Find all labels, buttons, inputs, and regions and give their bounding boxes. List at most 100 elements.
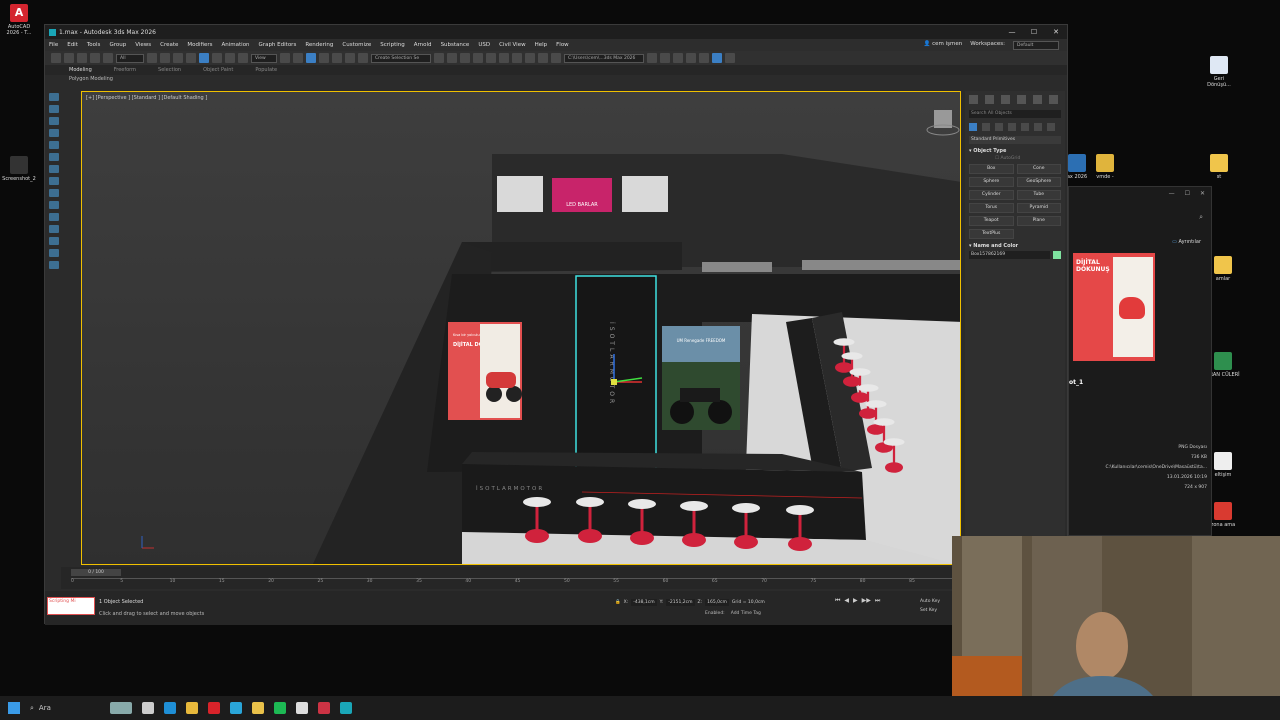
link-icon[interactable] xyxy=(77,53,87,63)
motion-tab-icon[interactable] xyxy=(1017,95,1026,104)
scale-icon[interactable] xyxy=(225,53,235,63)
file-explorer-icon[interactable] xyxy=(252,702,264,714)
align-icon[interactable] xyxy=(447,53,457,63)
move-icon[interactable] xyxy=(199,53,209,63)
chrome-icon[interactable] xyxy=(186,702,198,714)
named-selection-set[interactable]: Create Selection Se xyxy=(371,53,431,63)
utilities-tab-icon[interactable] xyxy=(1049,95,1058,104)
tab-object-paint[interactable]: Object Paint xyxy=(203,67,233,73)
tab-modeling[interactable]: Modeling xyxy=(69,67,92,73)
freeze-icon[interactable] xyxy=(49,165,59,173)
name-color-header[interactable]: ▾ Name and Color xyxy=(969,243,1061,249)
render-icon[interactable] xyxy=(551,53,561,63)
project-folder-icon[interactable] xyxy=(647,53,657,63)
menu-animation[interactable]: Animation xyxy=(222,42,250,48)
open-folder-icon[interactable] xyxy=(660,53,670,63)
close-button[interactable]: ✕ xyxy=(1045,28,1067,36)
curve-editor-icon[interactable] xyxy=(486,53,496,63)
menu-tools[interactable]: Tools xyxy=(87,42,101,48)
display-icon[interactable] xyxy=(49,117,59,125)
menu-scripting[interactable]: Scripting xyxy=(380,42,404,48)
toggle-layer-explorer-icon[interactable] xyxy=(473,53,483,63)
perspective-viewport[interactable]: LED BARLAR Kısa bir yolculuk DİJİTAL DOK… xyxy=(81,91,961,565)
capcut-icon[interactable] xyxy=(296,702,308,714)
menu-group[interactable]: Group xyxy=(109,42,126,48)
user-account[interactable]: 👤 cem işmen xyxy=(923,41,962,50)
edge-2-icon[interactable] xyxy=(230,702,242,714)
torus-button[interactable]: Torus xyxy=(969,203,1014,213)
spinner-snap-icon[interactable] xyxy=(345,53,355,63)
y-field[interactable]: -2151,2cm xyxy=(666,599,695,606)
helpers-icon[interactable] xyxy=(49,213,59,221)
menu-file[interactable]: File xyxy=(49,42,58,48)
percent-snap-icon[interactable] xyxy=(332,53,342,63)
selection-filter-select[interactable]: All xyxy=(116,53,144,63)
primitive-category-select[interactable]: Standard Primitives xyxy=(969,136,1061,144)
workspaces-select[interactable]: Default xyxy=(1013,40,1059,50)
desktop-icon-vmde[interactable]: vmde - xyxy=(1088,154,1122,180)
cameras-category-icon[interactable] xyxy=(1008,123,1016,131)
desktop-icon-folder[interactable]: st xyxy=(1202,154,1236,180)
edge-icon[interactable] xyxy=(164,702,176,714)
go-to-start-icon[interactable]: ⏮ xyxy=(835,597,840,605)
menu-rendering[interactable]: Rendering xyxy=(305,42,333,48)
select-manipulate-icon[interactable] xyxy=(293,53,303,63)
create-selection-icon[interactable] xyxy=(49,93,59,101)
redo-icon[interactable] xyxy=(64,53,74,63)
layers-icon[interactable] xyxy=(49,129,59,137)
systems-icon[interactable] xyxy=(1047,123,1055,131)
save-icon[interactable] xyxy=(673,53,683,63)
select-object-icon[interactable] xyxy=(147,53,157,63)
maximize-button[interactable]: ☐ xyxy=(1023,28,1045,36)
lights-category-icon[interactable] xyxy=(995,123,1003,131)
tube-button[interactable]: Tube xyxy=(1016,190,1061,200)
details-button[interactable]: ▭ Ayrıntılar xyxy=(1172,239,1201,245)
project-path[interactable]: C:\Users\cem\...3ds Max 2026 xyxy=(564,53,644,63)
plane-button[interactable]: Plane xyxy=(1016,216,1061,226)
angle-snap-icon[interactable] xyxy=(319,53,329,63)
previous-frame-icon[interactable]: ◀ xyxy=(844,597,849,605)
desktop-icon-recycle-bin[interactable]: Geri Dönüşü... xyxy=(1202,56,1236,88)
desktop-icon-autocad[interactable]: A AutoCAD 2026 - T... xyxy=(2,4,36,36)
spacewarps-category-icon[interactable] xyxy=(1034,123,1042,131)
menu-create[interactable]: Create xyxy=(160,42,178,48)
menu-modifiers[interactable]: Modifiers xyxy=(187,42,212,48)
add-time-tag[interactable]: Add Time Tag xyxy=(731,611,761,616)
pivot-icon[interactable] xyxy=(280,53,290,63)
tab-selection[interactable]: Selection xyxy=(158,67,181,73)
widget-icon[interactable] xyxy=(110,702,132,714)
schematic-view-icon[interactable] xyxy=(499,53,509,63)
hide-icon[interactable] xyxy=(49,177,59,185)
spotify-icon[interactable] xyxy=(274,702,286,714)
containers-icon[interactable] xyxy=(49,249,59,257)
rect-selection-icon[interactable] xyxy=(173,53,183,63)
pyramid-button[interactable]: Pyramid xyxy=(1016,203,1061,213)
tab-populate[interactable]: Populate xyxy=(255,67,277,73)
placement-icon[interactable] xyxy=(238,53,248,63)
hierarchy-tab-icon[interactable] xyxy=(1001,95,1010,104)
menu-customize[interactable]: Customize xyxy=(342,42,371,48)
track-bar[interactable]: 0510152025303540455055606570758085909510… xyxy=(71,578,1066,587)
set-key-button[interactable]: Set Key xyxy=(920,606,940,615)
menu-edit[interactable]: Edit xyxy=(67,42,78,48)
hierarchy-icon[interactable] xyxy=(49,141,59,149)
bones-icon[interactable] xyxy=(49,237,59,245)
teapot-button[interactable]: Teapot xyxy=(969,216,1014,226)
z-field[interactable]: 165,0cm xyxy=(705,599,729,606)
settings-icon[interactable] xyxy=(699,53,709,63)
windows-start-icon[interactable] xyxy=(8,702,20,714)
box-button[interactable]: Box xyxy=(969,164,1014,174)
toggle-scene-explorer-icon[interactable] xyxy=(460,53,470,63)
x-field[interactable]: -438,1cm xyxy=(631,599,657,606)
rotate-icon[interactable] xyxy=(212,53,222,63)
object-search-input[interactable]: Search All Objects xyxy=(969,110,1061,118)
display-tab-icon[interactable] xyxy=(1033,95,1042,104)
maxscript-listener[interactable]: Scripting Mi xyxy=(47,597,95,615)
cone-button[interactable]: Cone xyxy=(1016,164,1061,174)
search-icon[interactable]: ⌕ xyxy=(1199,213,1203,222)
task-view-icon[interactable] xyxy=(142,702,154,714)
desktop-icon-screenshot[interactable]: Screenshot_2 xyxy=(2,156,36,182)
play-icon[interactable]: ▶ xyxy=(853,597,858,605)
time-slider[interactable]: 0 / 100 xyxy=(71,569,121,576)
app-icon[interactable] xyxy=(318,702,330,714)
